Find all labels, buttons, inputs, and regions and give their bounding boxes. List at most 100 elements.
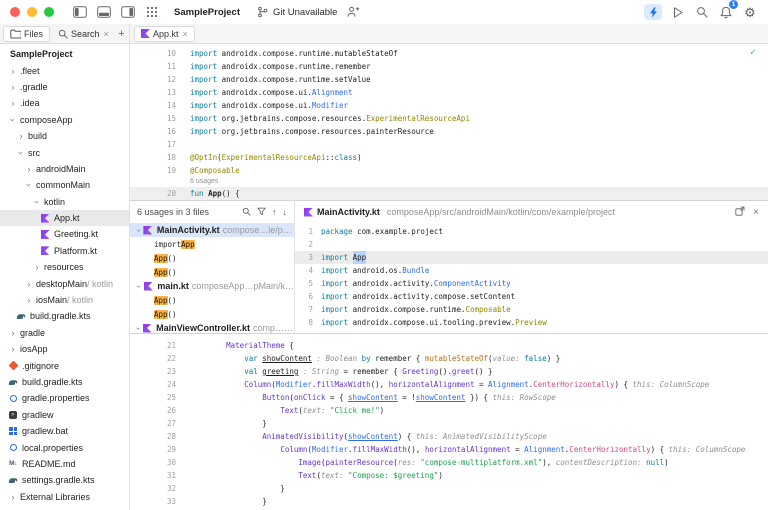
preview-code[interactable]: 1 package com.example.project 2 3 import App… — [295, 223, 768, 333]
close-search-tab-icon[interactable]: × — [104, 29, 109, 39]
code-line-1[interactable]: 1 package com.example.project — [295, 225, 768, 238]
chevron-right-icon[interactable]: › — [8, 66, 18, 76]
settings-gear-icon[interactable]: ⚙ — [742, 4, 758, 20]
tree-item-gradle-properties[interactable]: gradle.properties — [0, 390, 129, 406]
notifications-button[interactable]: 1 — [718, 0, 738, 20]
chevron-down-icon[interactable]: › — [32, 197, 42, 207]
code-line-6[interactable]: 6 import androidx.activity.compose.setCon… — [295, 290, 768, 303]
tree-item-iosapp[interactable]: › iosApp — [0, 341, 129, 357]
usages-inlay-hint[interactable]: 6 usages — [130, 177, 768, 187]
close-app-kt-tab-icon[interactable]: × — [183, 29, 188, 39]
chevron-right-icon[interactable]: › — [24, 279, 34, 289]
chevron-right-icon[interactable]: › — [8, 82, 18, 92]
chevron-right-icon[interactable]: › — [8, 492, 18, 502]
usages-prev-icon[interactable]: ↑ — [272, 207, 277, 217]
toggle-right-panel-icon[interactable] — [120, 4, 136, 20]
tab-app-kt[interactable]: App.kt × — [134, 25, 195, 42]
maximize-window-button[interactable] — [44, 7, 54, 17]
chevron-right-icon[interactable]: › — [16, 131, 26, 141]
code-line-5[interactable]: 5 import androidx.activity. ComponentActiv… — [295, 277, 768, 290]
usages-search-icon[interactable] — [242, 207, 251, 218]
code-line-3[interactable]: 3 import App — [295, 251, 768, 264]
code-line-25[interactable]: 25 Button(onClick = { showContent = ! sho… — [130, 391, 768, 404]
chevron-down-icon[interactable]: › — [134, 324, 143, 331]
tree-item-settings-gradle-kts[interactable]: settings.gradle.kts — [0, 472, 129, 488]
tree-item-gradlew[interactable]: > gradlew — [0, 407, 129, 423]
code-line-31[interactable]: 31 Text(text: "Compose: $greeting") — [130, 469, 768, 482]
code-line-22[interactable]: 22 var showContent : Boolean by remember… — [130, 352, 768, 365]
git-status[interactable]: Git Unavailable — [254, 4, 337, 20]
tab-files[interactable]: Files — [3, 25, 51, 42]
tree-item-composeapp[interactable]: › composeApp — [0, 112, 129, 128]
code-line-14[interactable]: 14 import androidx.compose.ui. Modifier — [130, 99, 768, 112]
code-line-10[interactable]: 10 import androidx.compose.runtime.mutabl… — [130, 47, 768, 60]
tree-item-fleet[interactable]: › .fleet — [0, 62, 129, 78]
code-line-15[interactable]: 15 import org.jetbrains.compose.resources… — [130, 112, 768, 125]
code-line-21[interactable]: 21 MaterialTheme { — [130, 339, 768, 352]
toggle-left-panel-icon[interactable] — [72, 4, 88, 20]
chevron-right-icon[interactable]: › — [24, 295, 34, 305]
tree-item-build[interactable]: › build — [0, 128, 129, 144]
chevron-right-icon[interactable]: › — [24, 164, 34, 174]
chevron-right-icon[interactable]: › — [8, 344, 18, 354]
tree-item-gradle[interactable]: › gradle — [0, 325, 129, 341]
chevron-down-icon[interactable]: › — [24, 180, 34, 190]
open-in-editor-icon[interactable] — [735, 206, 745, 218]
chevron-down-icon[interactable]: › — [134, 226, 143, 234]
ai-assistant-button[interactable] — [644, 4, 662, 20]
code-line-26[interactable]: 26 Text(text: "Click me!") — [130, 404, 768, 417]
project-name[interactable]: SampleProject — [174, 7, 240, 18]
tree-item-iosmain[interactable]: › iosMain / kotlin — [0, 292, 129, 308]
usage-row[interactable]: App() — [130, 265, 294, 279]
chevron-right-icon[interactable]: › — [8, 98, 18, 108]
code-line-19[interactable]: 19 @Composable — [130, 164, 768, 177]
chevron-right-icon[interactable]: › — [32, 262, 42, 272]
chevron-down-icon[interactable]: › — [8, 115, 18, 125]
code-line-13[interactable]: 13 import androidx.compose.ui. Alignment — [130, 86, 768, 99]
code-line-23[interactable]: 23 val greeting : String = remember { Gr… — [130, 365, 768, 378]
add-collaborator-icon[interactable] — [345, 4, 361, 20]
usage-file-row-main-kt[interactable]: › main.kt composeApp…pMain/kotlin — [130, 279, 294, 293]
usage-file-row-mainactivity-kt[interactable]: › MainActivity.ktcompose…le/project — [130, 223, 294, 237]
code-line-32[interactable]: 32 } — [130, 482, 768, 495]
close-window-button[interactable] — [10, 7, 20, 17]
chevron-down-icon[interactable]: › — [135, 282, 144, 290]
code-line-27[interactable]: 27 } — [130, 417, 768, 430]
tree-item-external-libraries[interactable]: › External Libraries — [0, 489, 129, 505]
usage-file-row-mainviewcontroller-kt[interactable]: › MainViewController.ktcomp…kotlin — [130, 321, 294, 333]
tree-item-build-gradle-kts[interactable]: build.gradle.kts — [0, 374, 129, 390]
tree-item-androidmain[interactable]: › androidMain — [0, 161, 129, 177]
tree-item-local-properties[interactable]: local.properties — [0, 439, 129, 455]
inspection-ok-icon[interactable]: ✓ — [750, 47, 756, 58]
code-line-16[interactable]: 16 import org.jetbrains.compose.resources… — [130, 125, 768, 138]
tree-item-src[interactable]: › src — [0, 144, 129, 160]
minimize-window-button[interactable] — [27, 7, 37, 17]
toggle-bottom-panel-icon[interactable] — [96, 4, 112, 20]
usage-row[interactable]: App() — [130, 293, 294, 307]
code-line-4[interactable]: 4 import android.os. Bundle — [295, 264, 768, 277]
code-line-2[interactable]: 2 — [295, 238, 768, 251]
code-line-17[interactable]: 17 — [130, 138, 768, 151]
code-line-7[interactable]: 7 import androidx.compose.runtime. Composa… — [295, 303, 768, 316]
code-line-28[interactable]: 28 AnimatedVisibility(showContent) { thi… — [130, 430, 768, 443]
editor-app-kt-continued[interactable]: 21 MaterialTheme {22 var showContent : B… — [130, 334, 768, 510]
code-line-20[interactable]: 20 fun App() { — [130, 187, 768, 200]
code-line-33[interactable]: 33 } — [130, 495, 768, 508]
tree-item-gradle[interactable]: › .gradle — [0, 79, 129, 95]
editor-app-kt[interactable]: ✓ 10 import androidx.compose.runtime.muta… — [130, 44, 768, 200]
tree-item-greeting-kt[interactable]: Greeting.kt — [0, 226, 129, 242]
code-line-24[interactable]: 24 Column(Modifier. fillMaxWidth (), horiz… — [130, 378, 768, 391]
tree-item-commonmain[interactable]: › commonMain — [0, 177, 129, 193]
tree-item-idea[interactable]: › .idea — [0, 95, 129, 111]
code-line-11[interactable]: 11 import androidx.compose.runtime.rememb… — [130, 60, 768, 73]
chevron-down-icon[interactable]: › — [16, 148, 26, 158]
tree-item-gradlew-bat[interactable]: gradlew.bat — [0, 423, 129, 439]
tab-search[interactable]: Search × — [52, 26, 115, 42]
tree-item-resources[interactable]: › resources — [0, 259, 129, 275]
code-line-30[interactable]: 30 Image(painterResource(res: "compose-m… — [130, 456, 768, 469]
search-icon[interactable] — [694, 4, 710, 20]
run-button[interactable] — [670, 4, 686, 20]
code-line-12[interactable]: 12 import androidx.compose.runtime.setVal… — [130, 73, 768, 86]
tree-item-kotlin[interactable]: › kotlin — [0, 194, 129, 210]
code-line-29[interactable]: 29 Column(Modifier. fillMaxWidth (), horiz… — [130, 443, 768, 456]
